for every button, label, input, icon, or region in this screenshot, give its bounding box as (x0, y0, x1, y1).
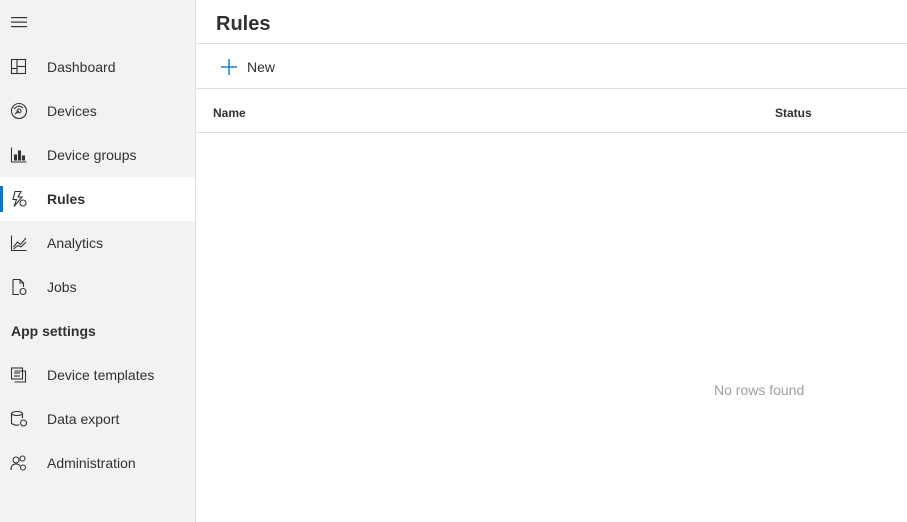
rules-icon (10, 190, 28, 208)
column-header-name[interactable]: Name (213, 105, 246, 121)
sidebar: Dashboard Devices Device groups Rules An… (0, 0, 196, 522)
app-settings-heading: App settings (11, 323, 96, 339)
new-rule-button[interactable]: New (220, 55, 275, 79)
sidebar-item-devices[interactable]: Devices (0, 89, 195, 133)
table-header-divider (196, 132, 907, 133)
sidebar-item-label: Data export (47, 411, 120, 427)
sidebar-item-dashboard[interactable]: Dashboard (0, 45, 195, 89)
sidebar-item-label: Dashboard (47, 59, 116, 75)
sidebar-item-label: Device groups (47, 147, 137, 163)
sidebar-item-label: Analytics (47, 235, 104, 251)
toolbar-divider (196, 88, 907, 89)
title-divider (196, 43, 907, 44)
sidebar-item-label: Devices (47, 103, 97, 119)
empty-table-message: No rows found (714, 382, 805, 398)
sidebar-item-data-export[interactable]: Data export (0, 397, 195, 441)
plus-icon (220, 58, 238, 76)
devices-icon (10, 102, 28, 120)
sidebar-item-label: Rules (47, 191, 86, 207)
sidebar-item-label: Jobs (47, 279, 77, 295)
new-button-label: New (247, 59, 276, 75)
sidebar-item-label: Administration (47, 455, 136, 471)
sidebar-item-rules[interactable]: Rules (0, 177, 195, 221)
administration-icon (10, 454, 28, 472)
sidebar-item-jobs[interactable]: Jobs (0, 265, 195, 309)
device-groups-icon (10, 146, 28, 164)
analytics-icon (10, 234, 28, 252)
main-content: Rules New Name Status No rows found (196, 0, 907, 522)
sidebar-item-analytics[interactable]: Analytics (0, 221, 195, 265)
jobs-icon (10, 278, 28, 296)
sidebar-item-device-groups[interactable]: Device groups (0, 133, 195, 177)
device-templates-icon (10, 366, 28, 384)
hamburger-icon[interactable] (11, 15, 29, 29)
column-header-status[interactable]: Status (775, 105, 812, 121)
dashboard-icon (10, 58, 28, 76)
sidebar-item-administration[interactable]: Administration (0, 441, 195, 485)
sidebar-item-label: Device templates (47, 367, 155, 383)
page-title: Rules (216, 13, 271, 35)
sidebar-item-device-templates[interactable]: Device templates (0, 353, 195, 397)
data-export-icon (10, 410, 28, 428)
